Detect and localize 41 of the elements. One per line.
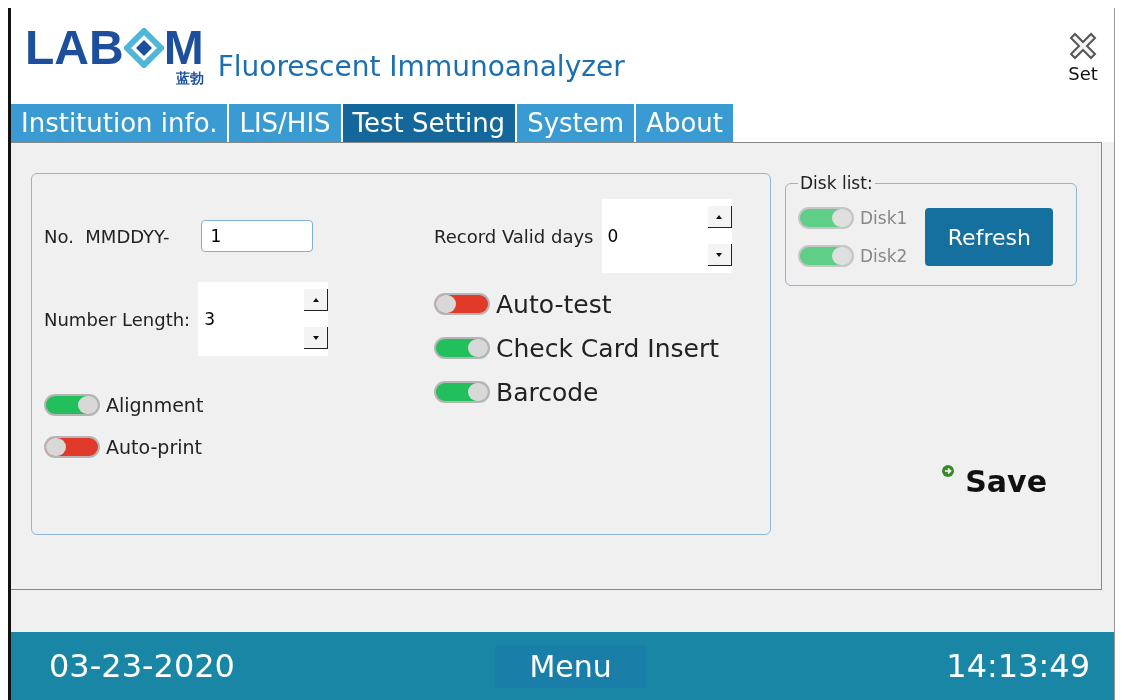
field-label: No. MMDDYY- [44, 225, 170, 247]
switch-label: Barcode [496, 377, 599, 407]
tab[interactable]: System [517, 104, 637, 142]
toggle-switch[interactable] [434, 293, 490, 315]
down-arrow-button[interactable] [304, 327, 329, 349]
menu-button[interactable]: Menu [495, 644, 646, 688]
caret-up-icon [312, 297, 319, 302]
toggle-switch[interactable] [44, 394, 100, 416]
date-text: 03-23-2020 [49, 647, 235, 685]
toggle-switch[interactable] [44, 436, 100, 458]
tab[interactable]: Institution info. [11, 104, 230, 142]
spin-field[interactable]: 3 [198, 282, 329, 356]
switch-label: Alignment [106, 394, 204, 416]
arrow-circle-icon [941, 464, 956, 478]
caret-up-icon [716, 214, 722, 219]
tab[interactable]: LIS/HIS [229, 104, 343, 142]
field-label: Number Length: [44, 308, 191, 330]
down-arrow-button[interactable] [707, 244, 732, 266]
field-label: Record Valid days [434, 225, 594, 247]
number-field[interactable]: 1 [201, 220, 314, 252]
logo: LAB M 蓝勃 [25, 24, 204, 88]
refresh-button[interactable]: Refresh [925, 208, 1054, 266]
switch-label: Auto-print [106, 436, 202, 458]
caret-down-icon [716, 252, 722, 257]
toggle-switch[interactable] [434, 381, 490, 403]
disk-label: Disk1 [860, 208, 908, 228]
save-button[interactable]: Save [941, 464, 1047, 499]
caret-down-icon [312, 335, 319, 340]
tab[interactable]: About [636, 104, 735, 142]
disk-label: Disk2 [860, 246, 908, 266]
tab[interactable]: Test Setting [342, 104, 518, 142]
panel-title: Disk list: [799, 173, 874, 193]
up-arrow-button[interactable] [707, 206, 732, 228]
spin-field[interactable]: 0 [601, 199, 732, 273]
set-button[interactable]: Set [1066, 28, 1100, 84]
time-text: 14:13:49 [946, 647, 1090, 685]
app-title: Fluorescent Immunoanalyzer [217, 49, 625, 83]
up-arrow-button[interactable] [304, 289, 329, 311]
switch-label: Auto-test [496, 289, 612, 319]
toggle-switch[interactable] [434, 337, 490, 359]
switch-label: Check Card Insert [496, 333, 719, 363]
